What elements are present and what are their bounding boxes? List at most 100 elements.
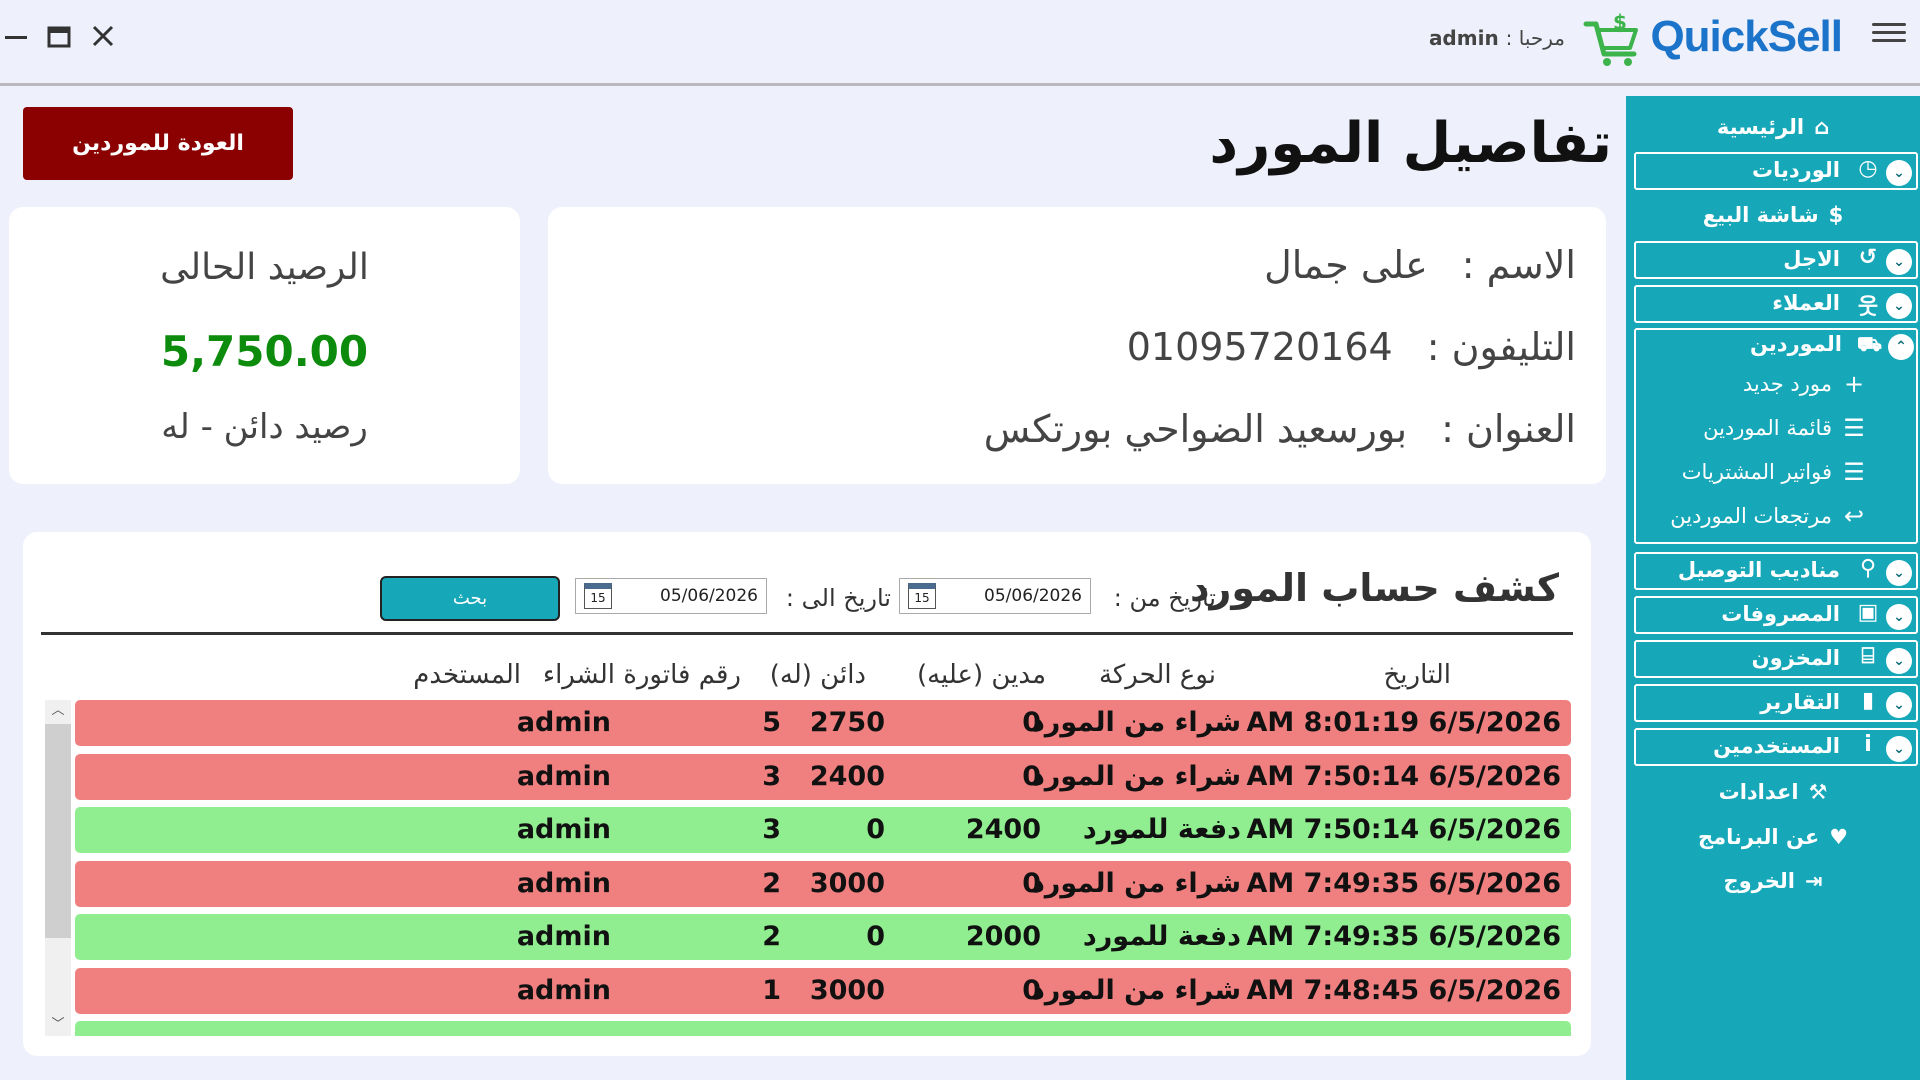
- cell-date: 6/5/2026 7:49:35 AM: [1246, 867, 1561, 899]
- chevron-down-icon[interactable]: ⌄: [1886, 736, 1912, 762]
- chevron-up-icon[interactable]: ⌃: [1888, 334, 1914, 360]
- cell-credit: 2400: [809, 760, 885, 792]
- cell-date: 6/5/2026 7:50:14 AM: [1246, 814, 1561, 845]
- phone-label: التليفون :: [1426, 325, 1576, 369]
- sidebar-item-expenses[interactable]: ⌄ ▣ المصروفات: [1634, 596, 1918, 634]
- title-bar: مرحبا : admin $ QuickSell: [0, 0, 1920, 86]
- sidebar-item-label: الخروج: [1723, 869, 1795, 893]
- to-date-label: تاريخ الى :: [785, 584, 891, 612]
- wrench-icon: ⚒: [1808, 780, 1828, 804]
- statement-table-body: 6/5/2026 8:01:19 AM شراء من المورد 0 2750 5 a…: [75, 700, 1571, 1036]
- account-statement-card: كشف حساب المورد تاريخ من : 05/06/2026 15…: [23, 532, 1591, 1056]
- close-icon[interactable]: [86, 20, 120, 54]
- scroll-up-icon[interactable]: ︿: [45, 700, 71, 722]
- cell-credit: 0: [866, 814, 885, 845]
- minimize-icon[interactable]: [0, 20, 34, 54]
- chevron-down-icon[interactable]: ⌄: [1886, 160, 1912, 186]
- sidebar-item-shifts[interactable]: ⌄ ◷ الورديات: [1634, 152, 1918, 190]
- return-arrow-icon: ↩: [1843, 502, 1865, 530]
- sidebar-item-reports[interactable]: ⌄ ▮ التقارير: [1634, 684, 1918, 722]
- sidebar-item-label: المخزون: [1751, 646, 1840, 670]
- sidebar-item-label: العملاء: [1772, 291, 1840, 315]
- cell-user: admin: [516, 867, 611, 899]
- sidebar-item-settings[interactable]: ⚒ اعدادات: [1626, 773, 1920, 811]
- sidebar-item-delivery[interactable]: ⌄ ⚲ مناديب التوصيل: [1634, 552, 1918, 590]
- sidebar-subitem-new-supplier[interactable]: + مورد جديد: [1636, 368, 1916, 404]
- chevron-down-icon[interactable]: ⌄: [1886, 249, 1912, 275]
- sidebar-item-label: الرئيسية: [1716, 115, 1805, 139]
- dollar-icon: $: [1828, 203, 1844, 227]
- cell-credit: 2750: [809, 707, 885, 738]
- cell-user: admin: [516, 814, 611, 845]
- table-row[interactable]: 6/5/2026 7:50:14 AM دفعة للمورد 2400 0 3 admi…: [75, 807, 1571, 853]
- cell-invoice: 5: [762, 707, 781, 738]
- chevron-down-icon[interactable]: ⌄: [1886, 560, 1912, 586]
- from-date-value: 05/06/2026: [984, 586, 1082, 606]
- supplier-info-card: الاسم : على جمال التليفون : 01095720164 ال…: [548, 207, 1606, 484]
- sidebar: ⌂ الرئيسية ⌄ ◷ الورديات $ شاشة البيع ⌄ ↺…: [1626, 96, 1920, 1080]
- book-icon: ▮: [1861, 688, 1875, 713]
- clock-icon: ◷: [1858, 156, 1878, 181]
- cell-date: 6/5/2026 7:48:45 AM: [1246, 974, 1561, 1006]
- sidebar-item-inventory[interactable]: ⌄ ⌸ المخزون: [1634, 640, 1918, 678]
- sidebar-item-label: مناديب التوصيل: [1677, 558, 1840, 582]
- cell-type: شراء من المورد: [1030, 867, 1241, 899]
- table-row[interactable]: [75, 1021, 1571, 1036]
- sidebar-item-about[interactable]: ♥ عن البرنامج: [1626, 818, 1920, 856]
- user-icon: ⅰ: [1864, 732, 1872, 757]
- heart-icon: ♥: [1829, 825, 1849, 849]
- table-scrollbar[interactable]: ︿ ﹀: [45, 700, 71, 1036]
- sidebar-subitem-purchase-invoices[interactable]: ☰ فواتير المشتريات: [1636, 456, 1916, 492]
- calendar-icon[interactable]: 15: [908, 583, 936, 609]
- cell-invoice: 2: [762, 921, 781, 952]
- sidebar-subitem-label: قائمة الموردين: [1703, 416, 1832, 440]
- sidebar-subitem-supplier-list[interactable]: ☰ قائمة الموردين: [1636, 412, 1916, 448]
- calendar-icon[interactable]: 15: [584, 583, 612, 609]
- person-icon: 웃: [1857, 295, 1879, 320]
- chevron-down-icon[interactable]: ⌄: [1886, 648, 1912, 674]
- supplier-address-row: العنوان : بورسعيد الضواحي بورتكس: [984, 407, 1576, 451]
- sidebar-subitem-supplier-returns[interactable]: ↩ مرتجعات الموردين: [1636, 500, 1916, 536]
- search-button[interactable]: بحث: [380, 576, 560, 621]
- cell-type: شراء من المورد: [1030, 974, 1241, 1006]
- sidebar-item-logout[interactable]: ⇥ الخروج: [1626, 862, 1920, 900]
- chevron-down-icon[interactable]: ⌄: [1886, 692, 1912, 718]
- chevron-down-icon[interactable]: ⌄: [1886, 293, 1912, 319]
- table-row[interactable]: 6/5/2026 7:48:45 AM شراء من المورد 0 3000 1 a…: [75, 967, 1571, 1014]
- sidebar-item-suppliers[interactable]: ⌃ ⛟ الموردين: [1636, 330, 1916, 368]
- sidebar-item-customers[interactable]: ⌄ 웃 العملاء: [1634, 285, 1918, 323]
- cell-credit: 3000: [809, 974, 885, 1006]
- store-icon: ⌸: [1861, 644, 1875, 669]
- bike-icon: ⚲: [1859, 556, 1877, 581]
- name-label: الاسم :: [1461, 243, 1576, 287]
- cell-debit: 0: [1022, 707, 1041, 738]
- table-row[interactable]: 6/5/2026 7:49:35 AM دفعة للمورد 2000 0 2 admi…: [75, 914, 1571, 960]
- menu-icon[interactable]: [1872, 18, 1906, 52]
- chevron-down-icon[interactable]: ⌄: [1886, 604, 1912, 630]
- sidebar-item-pos[interactable]: $ شاشة البيع: [1626, 196, 1920, 234]
- sidebar-subitem-label: مرتجعات الموردين: [1670, 504, 1832, 528]
- money-icon: ▣: [1857, 600, 1879, 625]
- maximize-icon[interactable]: [42, 20, 76, 54]
- sidebar-item-label: الاجل: [1783, 247, 1840, 271]
- scroll-down-icon[interactable]: ﹀: [45, 1014, 71, 1036]
- welcome-text: مرحبا : admin: [1429, 26, 1565, 50]
- cell-invoice: 2: [762, 867, 781, 899]
- balance-status: رصيد دائن - له: [161, 407, 368, 447]
- cell-user: admin: [516, 760, 611, 792]
- to-date-picker[interactable]: 05/06/2026 15: [575, 578, 767, 614]
- cell-debit: 2400: [965, 814, 1041, 845]
- scroll-thumb[interactable]: [45, 724, 71, 938]
- table-row[interactable]: 6/5/2026 8:01:19 AM شراء من المورد 0 2750 5 a…: [75, 700, 1571, 746]
- sidebar-item-credit[interactable]: ⌄ ↺ الاجل: [1634, 241, 1918, 279]
- cell-user: admin: [516, 921, 611, 952]
- table-row[interactable]: 6/5/2026 7:49:35 AM شراء من المورد 0 3000 2 a…: [75, 860, 1571, 907]
- back-to-suppliers-button[interactable]: العودة للموردين: [23, 107, 293, 180]
- cell-type: دفعة للمورد: [1082, 921, 1241, 952]
- home-icon: ⌂: [1814, 115, 1830, 139]
- supplier-name-row: الاسم : على جمال: [1264, 243, 1576, 287]
- from-date-picker[interactable]: 05/06/2026 15: [899, 578, 1091, 614]
- table-row[interactable]: 6/5/2026 7:50:14 AM شراء من المورد 0 2400 3 a…: [75, 753, 1571, 800]
- sidebar-item-users[interactable]: ⌄ ⅰ المستخدمين: [1634, 728, 1918, 766]
- sidebar-item-home[interactable]: ⌂ الرئيسية: [1626, 108, 1920, 146]
